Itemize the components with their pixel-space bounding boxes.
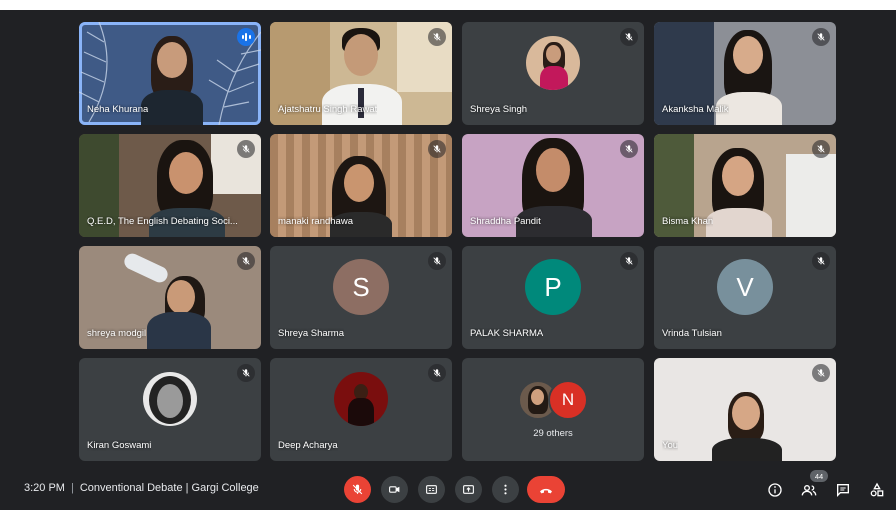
- participant-name: Shreya Sharma: [278, 328, 345, 339]
- meeting-title: Conventional Debate | Gargi College: [79, 482, 259, 494]
- mic-toggle-button[interactable]: [344, 476, 371, 503]
- participant-name: Akanksha Malik: [662, 104, 729, 115]
- mic-off-icon: [620, 28, 638, 46]
- mic-off-icon: [620, 140, 638, 158]
- clock-time: 3:20 PM: [24, 482, 65, 494]
- mic-off-icon: [352, 484, 363, 495]
- mic-off-icon: [428, 252, 446, 270]
- camera-toggle-button[interactable]: [381, 476, 408, 503]
- captions-button[interactable]: [418, 476, 445, 503]
- mic-off-icon: [428, 140, 446, 158]
- captions-icon: [426, 485, 437, 494]
- end-call-icon: [540, 488, 552, 493]
- mic-off-icon: [428, 364, 446, 382]
- participant-tile[interactable]: Shraddha Pandit: [462, 134, 644, 237]
- participant-name: manaki randhawa: [278, 216, 353, 227]
- avatar: V: [717, 259, 773, 316]
- avatar: P: [525, 259, 581, 316]
- mic-off-icon: [237, 140, 255, 158]
- participant-name: You: [662, 440, 679, 451]
- control-bar: 3:20 PM | Conventional Debate | Gargi Coll…: [0, 470, 896, 510]
- participant-tile[interactable]: Kiran Goswami: [79, 358, 261, 461]
- participant-tile[interactable]: S Shreya Sharma: [270, 246, 452, 349]
- more-options-button[interactable]: [492, 476, 519, 503]
- profile-photo: [526, 36, 580, 91]
- separator: |: [70, 482, 74, 494]
- mic-off-icon: [812, 252, 830, 270]
- participant-name: Deep Acharya: [278, 440, 338, 451]
- meeting-info: 3:20 PM | Conventional Debate | Gargi Coll…: [24, 482, 259, 494]
- participant-tile[interactable]: shreya modgil: [79, 246, 261, 349]
- others-count: 29 others: [533, 428, 573, 439]
- present-icon: [463, 485, 474, 494]
- participant-tile[interactable]: Shreya Singh: [462, 22, 644, 125]
- profile-photo: [143, 372, 197, 427]
- avatar: N: [548, 380, 588, 420]
- activities-button[interactable]: [866, 479, 888, 501]
- people-icon: [801, 485, 817, 496]
- chat-button[interactable]: [832, 479, 854, 501]
- meeting-details-button[interactable]: [764, 479, 786, 501]
- participant-tile[interactable]: Neha Khurana: [79, 22, 261, 125]
- participant-tile[interactable]: V Vrinda Tulsian: [654, 246, 836, 349]
- others-tile[interactable]: N 29 others: [462, 358, 644, 461]
- speaking-indicator-icon: [237, 28, 255, 46]
- mic-off-icon: [620, 252, 638, 270]
- mic-off-icon: [812, 28, 830, 46]
- participant-name: Vrinda Tulsian: [662, 328, 722, 339]
- participant-tile[interactable]: Bisma Khan: [654, 134, 836, 237]
- end-call-button[interactable]: [527, 476, 565, 503]
- participant-tile[interactable]: Deep Acharya: [270, 358, 452, 461]
- mic-off-icon: [428, 28, 446, 46]
- activities-icon: [870, 482, 884, 497]
- participant-tile[interactable]: Akanksha Malik: [654, 22, 836, 125]
- participant-tile[interactable]: Ajatshatru Singh Rawat: [270, 22, 452, 125]
- mic-off-icon: [812, 140, 830, 158]
- participant-name: Shraddha Pandit: [470, 216, 541, 227]
- avatar: S: [333, 259, 389, 316]
- mic-off-icon: [237, 252, 255, 270]
- people-button[interactable]: [798, 479, 820, 501]
- participant-name: PALAK SHARMA: [470, 328, 544, 339]
- info-icon: [768, 483, 782, 497]
- participant-name: Ajatshatru Singh Rawat: [278, 104, 378, 115]
- participant-name: Bisma Khan: [662, 216, 714, 227]
- participant-name: Kiran Goswami: [87, 440, 152, 451]
- participant-name: Shreya Singh: [470, 104, 528, 115]
- participant-name: Q.E.D, The English Debating Soci...: [87, 216, 238, 227]
- participant-tile[interactable]: Q.E.D, The English Debating Soci...: [79, 134, 261, 237]
- chat-icon: [837, 484, 849, 497]
- self-tile[interactable]: You: [654, 358, 836, 461]
- mic-off-icon: [237, 364, 255, 382]
- participant-tile[interactable]: P PALAK SHARMA: [462, 246, 644, 349]
- participant-tile[interactable]: manaki randhawa: [270, 134, 452, 237]
- participant-name: shreya modgil: [87, 328, 147, 339]
- profile-photo: [334, 372, 388, 427]
- present-button[interactable]: [455, 476, 482, 503]
- others-avatars: N: [518, 380, 588, 420]
- camera-icon: [389, 486, 400, 493]
- more-vert-icon: [504, 484, 507, 495]
- participant-grid: Neha Khurana Ajatshatru Singh Rawat Shre…: [0, 0, 896, 470]
- participant-name: Neha Khurana: [87, 104, 149, 115]
- mic-off-icon: [812, 364, 830, 382]
